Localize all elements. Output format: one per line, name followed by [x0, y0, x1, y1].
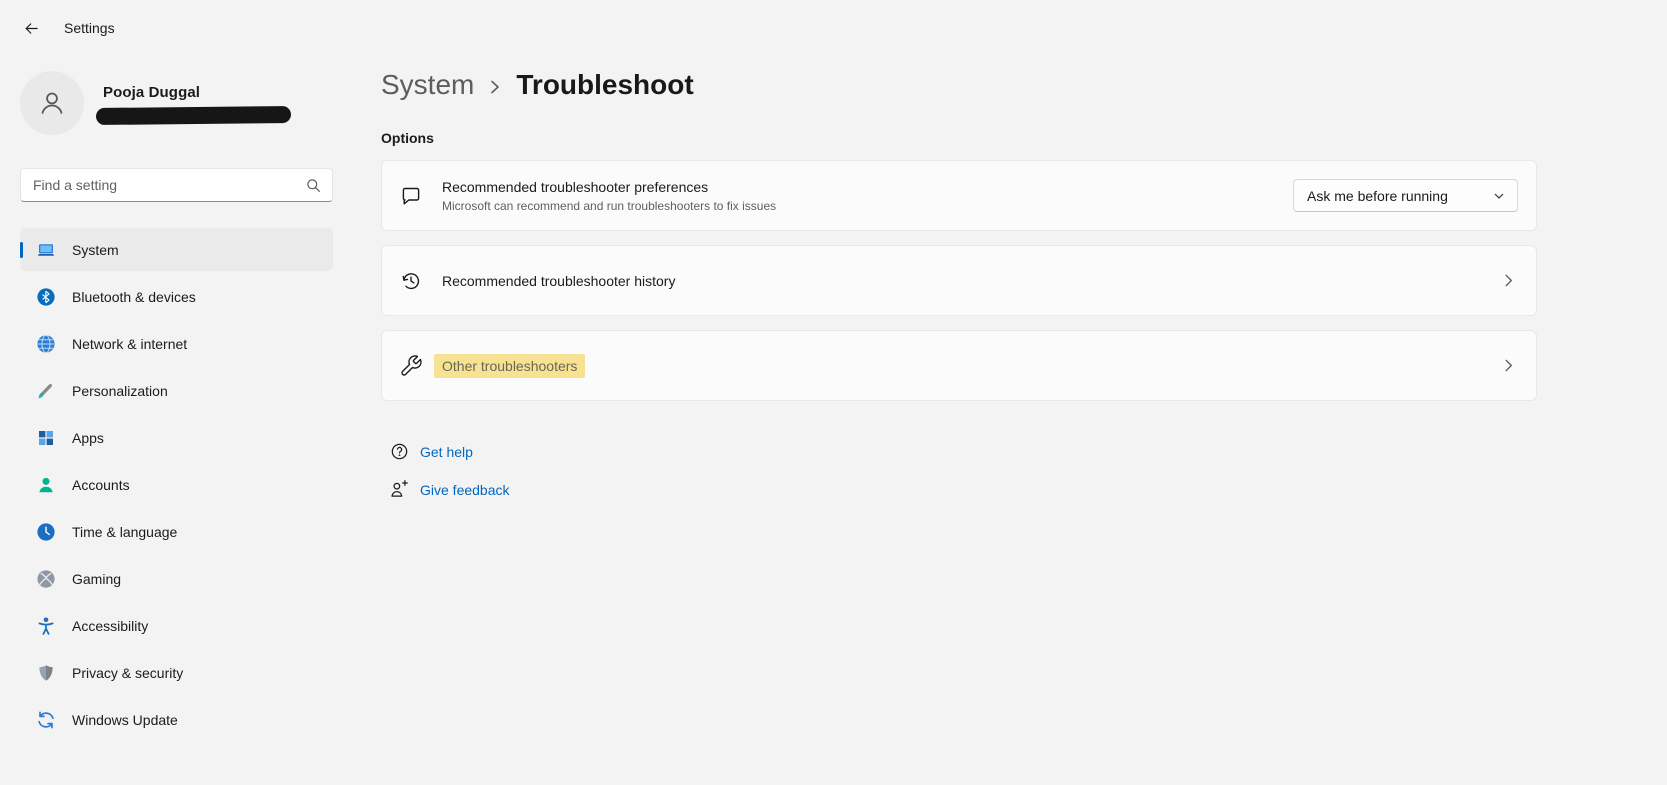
windows-update-icon — [36, 710, 56, 730]
sidebar-item-label: Accessibility — [72, 618, 148, 634]
get-help-label: Get help — [420, 444, 473, 460]
sidebar-item-label: Privacy & security — [72, 665, 183, 681]
main-content: System Troubleshoot Options Recommended … — [381, 0, 1537, 517]
sidebar-item-privacy-security[interactable]: Privacy & security — [20, 651, 333, 694]
selected-accent-bar — [20, 242, 23, 258]
give-feedback-label: Give feedback — [420, 482, 510, 498]
preferences-dropdown[interactable]: Ask me before running — [1293, 179, 1518, 212]
time-language-icon — [36, 522, 56, 542]
sidebar: Pooja Duggal System — [0, 56, 353, 745]
search-input[interactable] — [33, 177, 306, 193]
privacy-security-icon — [36, 663, 56, 683]
accounts-icon — [36, 475, 56, 495]
user-name: Pooja Duggal — [103, 84, 291, 101]
chevron-right-icon — [1501, 358, 1516, 373]
user-info: Pooja Duggal — [103, 84, 291, 124]
sidebar-item-label: Bluetooth & devices — [72, 289, 196, 305]
sidebar-item-personalization[interactable]: Personalization — [20, 369, 333, 412]
card-troubleshooter-preferences: Recommended troubleshooter preferences M… — [381, 160, 1537, 231]
sidebar-item-network-internet[interactable]: Network & internet — [20, 322, 333, 365]
feedback-icon — [389, 479, 410, 500]
card-troubleshooter-history[interactable]: Recommended troubleshooter history — [381, 245, 1537, 316]
network-icon — [36, 334, 56, 354]
card-title: Recommended troubleshooter preferences — [442, 179, 776, 195]
sidebar-item-label: Time & language — [72, 524, 177, 540]
dropdown-value: Ask me before running — [1307, 188, 1448, 204]
sidebar-item-label: Network & internet — [72, 336, 187, 352]
sidebar-item-time-language[interactable]: Time & language — [20, 510, 333, 553]
sidebar-item-gaming[interactable]: Gaming — [20, 557, 333, 600]
sidebar-item-system[interactable]: System — [20, 228, 333, 271]
options-section-title: Options — [381, 130, 1537, 146]
card-text: Recommended troubleshooter history — [442, 273, 675, 289]
user-card[interactable]: Pooja Duggal — [20, 68, 333, 138]
chevron-right-icon — [487, 79, 503, 95]
card-subtitle: Microsoft can recommend and run troubles… — [442, 199, 776, 213]
chevron-down-icon — [1493, 190, 1505, 202]
chevron-right-icon — [1501, 273, 1516, 288]
personalization-icon — [36, 381, 56, 401]
search-icon[interactable] — [306, 178, 321, 193]
titlebar: Settings — [0, 0, 115, 56]
breadcrumb-system[interactable]: System — [381, 69, 474, 101]
system-icon — [36, 240, 56, 260]
give-feedback-link[interactable]: Give feedback — [389, 479, 510, 500]
sidebar-item-windows-update[interactable]: Windows Update — [20, 698, 333, 741]
sidebar-item-label: System — [72, 242, 119, 258]
avatar — [20, 71, 84, 135]
card-title: Recommended troubleshooter history — [442, 273, 675, 289]
card-title-highlighted: Other troubleshooters — [434, 354, 585, 378]
arrow-left-icon — [23, 20, 40, 37]
card-text: Recommended troubleshooter preferences M… — [442, 179, 776, 213]
search-box — [20, 168, 333, 202]
wrench-icon — [399, 354, 423, 378]
sidebar-item-apps[interactable]: Apps — [20, 416, 333, 459]
app-title: Settings — [64, 20, 115, 36]
settings-window: Settings Pooja Duggal — [0, 0, 1667, 785]
sidebar-item-accounts[interactable]: Accounts — [20, 463, 333, 506]
bluetooth-icon — [36, 287, 56, 307]
sidebar-item-label: Apps — [72, 430, 104, 446]
back-button[interactable] — [14, 12, 48, 44]
redacted-email — [96, 106, 291, 125]
comment-icon — [399, 184, 423, 208]
sidebar-item-accessibility[interactable]: Accessibility — [20, 604, 333, 647]
card-text: Other troubleshooters — [442, 358, 585, 374]
person-icon — [36, 87, 68, 119]
accessibility-icon — [36, 616, 56, 636]
get-help-link[interactable]: Get help — [389, 441, 473, 462]
history-icon — [399, 269, 423, 293]
sidebar-item-label: Gaming — [72, 571, 121, 587]
apps-icon — [36, 428, 56, 448]
gaming-icon — [36, 569, 56, 589]
card-other-troubleshooters[interactable]: Other troubleshooters — [381, 330, 1537, 401]
sidebar-item-bluetooth-devices[interactable]: Bluetooth & devices — [20, 275, 333, 318]
help-links: Get help Give feedback — [389, 441, 1537, 500]
sidebar-item-label: Windows Update — [72, 712, 178, 728]
sidebar-item-label: Personalization — [72, 383, 168, 399]
sidebar-nav: System Bluetooth & devices Network & int… — [20, 228, 333, 741]
breadcrumb: System Troubleshoot — [381, 64, 1537, 106]
page-title: Troubleshoot — [516, 69, 693, 101]
sidebar-item-label: Accounts — [72, 477, 130, 493]
get-help-icon — [389, 441, 410, 462]
